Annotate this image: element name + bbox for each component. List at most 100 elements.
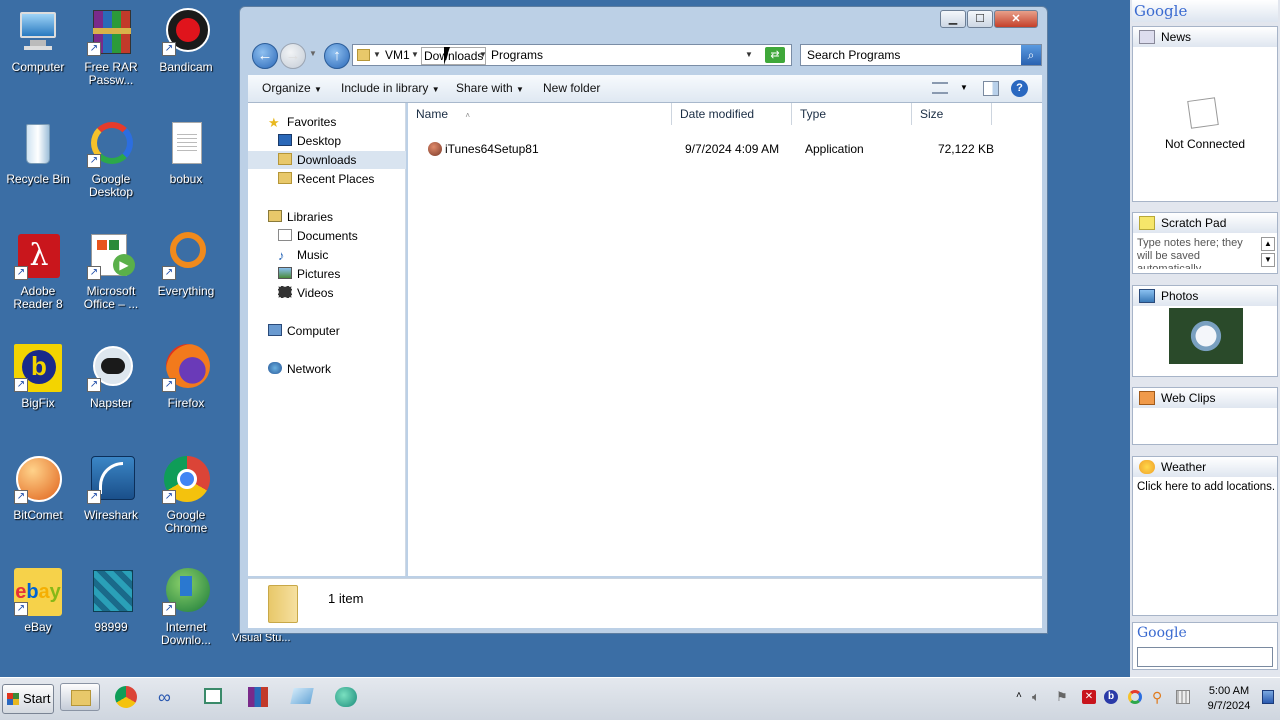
google-logo[interactable]: Google: [1132, 0, 1278, 22]
minimize-button[interactable]: ▁: [940, 10, 966, 28]
nav-libraries[interactable]: Libraries: [268, 208, 333, 226]
desktop-icon-chrome[interactable]: ↗ Google Chrome: [148, 456, 224, 535]
desktop-icon-ebay[interactable]: ebay ↗ eBay: [0, 568, 76, 634]
nav-favorites[interactable]: ★ Favorites: [268, 113, 336, 131]
nav-computer[interactable]: Computer: [268, 322, 340, 340]
column-name[interactable]: Name ˄: [408, 103, 672, 125]
photos-header[interactable]: Photos: [1133, 286, 1277, 306]
taskbar-explorer-button[interactable]: [60, 683, 100, 711]
breadcrumb-vm1[interactable]: VM1: [385, 45, 410, 65]
show-hidden-icons[interactable]: ˄: [1016, 690, 1022, 701]
desktop-icon-bigfix[interactable]: b ↗ BigFix: [0, 344, 76, 410]
desktop-icon-recycle-bin[interactable]: Recycle Bin: [0, 120, 76, 186]
desktop-icon-bitcomet[interactable]: ↗ BitComet: [0, 456, 76, 522]
desktop-icon-98999[interactable]: 98999: [73, 568, 149, 634]
clock[interactable]: 5:00 AM 9/7/2024: [1200, 684, 1258, 714]
nav-recent-places[interactable]: Recent Places: [278, 170, 374, 188]
refresh-icon[interactable]: ⇄: [765, 47, 785, 63]
chevron-down-icon[interactable]: ▼: [373, 45, 381, 65]
scroll-down-icon[interactable]: ▼: [1261, 253, 1275, 267]
taskbar-app-button[interactable]: [200, 683, 228, 711]
bigfix-tray-icon[interactable]: b: [1104, 690, 1118, 704]
news-header[interactable]: News: [1133, 27, 1277, 47]
chevron-down-icon[interactable]: ▼: [479, 45, 487, 65]
news-gadget[interactable]: News Not Connected: [1132, 26, 1278, 202]
maximize-button[interactable]: ☐: [967, 10, 993, 28]
preview-pane-icon[interactable]: [983, 81, 999, 96]
desktop-icon-firefox[interactable]: ↗ Firefox: [148, 344, 224, 410]
action-center-flag-icon[interactable]: ⚑: [1056, 689, 1068, 705]
volume-icon[interactable]: 🔈︎: [1032, 689, 1040, 705]
google-search-gadget[interactable]: Google: [1132, 622, 1278, 670]
nav-pictures[interactable]: Pictures: [278, 265, 340, 283]
show-desktop-button[interactable]: [1262, 690, 1274, 704]
google-desktop-tray-icon[interactable]: [1128, 690, 1142, 704]
taskbar-app-button[interactable]: [332, 683, 360, 711]
desktop-icon-label: eBay: [24, 620, 52, 634]
desktop-icon-wireshark[interactable]: ↗ Wireshark: [73, 456, 149, 522]
column-size[interactable]: Size: [912, 103, 992, 125]
new-folder-button[interactable]: New folder: [543, 75, 600, 103]
weather-add-location-link[interactable]: Click here to add locations.: [1137, 481, 1275, 493]
chevron-down-icon[interactable]: ▼: [960, 83, 968, 92]
search-tray-icon[interactable]: ⚲: [1152, 689, 1162, 706]
desktop-icon-adobe-reader[interactable]: λ ↗ Adobe Reader 8: [0, 232, 76, 311]
breadcrumb-programs[interactable]: Programs: [491, 45, 543, 65]
address-bar[interactable]: ▼ VM1 ▼ Downloads ▼ Programs ▼ ⇄: [352, 44, 792, 66]
photo-image[interactable]: [1169, 308, 1243, 364]
include-in-library-menu[interactable]: Include in library ▼: [341, 75, 440, 103]
view-options-icon[interactable]: [932, 82, 948, 94]
google-search-input[interactable]: [1137, 647, 1273, 667]
nav-downloads[interactable]: Downloads: [248, 151, 406, 169]
start-button[interactable]: Start: [2, 684, 54, 714]
organize-menu[interactable]: Organize ▼: [262, 75, 322, 103]
chevron-down-icon[interactable]: ▼: [411, 45, 419, 65]
photos-gadget[interactable]: Photos: [1132, 285, 1278, 377]
help-icon[interactable]: ?: [1011, 80, 1028, 97]
nav-desktop[interactable]: Desktop: [278, 132, 341, 150]
tray-app-icon[interactable]: [1176, 690, 1190, 704]
table-row[interactable]: iTunes64Setup81 9/7/2024 4:09 AM Applica…: [408, 139, 1008, 159]
up-button[interactable]: ↑: [324, 43, 350, 69]
desktop-icon-label: bobux: [169, 172, 203, 186]
nav-music[interactable]: ♪ Music: [278, 246, 328, 264]
desktop-icon-google-desktop[interactable]: ↗ Google Desktop: [73, 120, 149, 199]
taskbar-app-button[interactable]: [288, 683, 316, 711]
recent-pages-dropdown[interactable]: ▼: [309, 49, 317, 58]
desktop-icon-everything[interactable]: ↗ Everything: [148, 232, 224, 298]
back-button[interactable]: ←: [252, 43, 278, 69]
network-error-icon[interactable]: ✕: [1082, 690, 1096, 704]
weather-header[interactable]: Weather: [1133, 457, 1277, 477]
breadcrumb-downloads[interactable]: Downloads: [421, 47, 487, 65]
column-type[interactable]: Type: [792, 103, 912, 125]
scratch-pad-gadget[interactable]: Scratch Pad Type notes here; they will b…: [1132, 212, 1278, 274]
search-input[interactable]: Search Programs ⌕: [800, 44, 1042, 66]
web-clips-header[interactable]: Web Clips: [1133, 388, 1277, 408]
web-clips-gadget[interactable]: Web Clips: [1132, 387, 1278, 445]
scratch-pad-header[interactable]: Scratch Pad: [1133, 213, 1277, 233]
desktop-icon-bobux[interactable]: bobux: [148, 120, 224, 186]
scroll-up-icon[interactable]: ▲: [1261, 237, 1275, 251]
taskbar-chrome-button[interactable]: [112, 683, 140, 711]
desktop-icon-computer[interactable]: Computer: [0, 8, 76, 74]
taskbar-winrar-button[interactable]: [244, 683, 272, 711]
search-icon[interactable]: ⌕: [1021, 45, 1041, 65]
nav-documents[interactable]: Documents: [278, 227, 358, 245]
close-button[interactable]: ✕: [994, 10, 1038, 28]
explorer-window[interactable]: ▁ ☐ ✕ ← → ▼ ↑ ▼ VM1 ▼ Downloads ▼ Progra…: [239, 6, 1048, 634]
column-date-modified[interactable]: Date modified: [672, 103, 792, 125]
share-with-menu[interactable]: Share with ▼: [456, 75, 524, 103]
desktop-icon-idm[interactable]: ↗ Internet Downlo...: [148, 568, 224, 647]
taskbar-app-button[interactable]: ∞: [156, 683, 184, 711]
desktop-icon-bandicam[interactable]: ↗ Bandicam: [148, 8, 224, 74]
window-app-icon: [204, 688, 222, 704]
nav-videos[interactable]: Videos: [278, 284, 333, 302]
weather-gadget[interactable]: Weather Click here to add locations.: [1132, 456, 1278, 616]
desktop-icon-free-rar[interactable]: ↗ Free RAR Passw...: [73, 8, 149, 87]
desktop-icon-napster[interactable]: ↗ Napster: [73, 344, 149, 410]
nav-network[interactable]: Network: [268, 360, 331, 378]
desktop-icon-ms-office[interactable]: ▶ ↗ Microsoft Office – ...: [73, 232, 149, 311]
address-dropdown-icon[interactable]: ▼: [745, 45, 753, 65]
scratch-pad-textarea[interactable]: Type notes here; they will be saved auto…: [1137, 237, 1261, 269]
forward-button[interactable]: →: [280, 43, 306, 69]
